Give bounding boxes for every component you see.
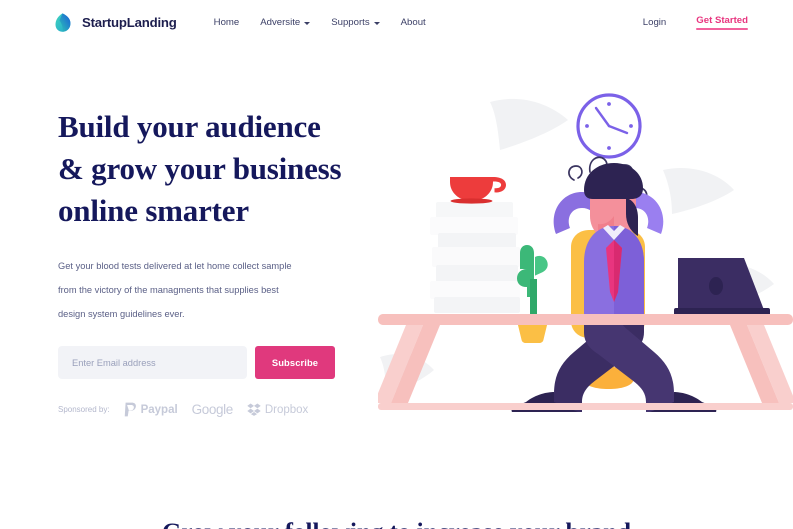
headline-line-1: Build your audience — [58, 109, 321, 144]
chevron-down-icon — [304, 22, 311, 25]
relaxed-person-at-desk-illustration — [378, 72, 793, 427]
headline-line-3: online smarter — [58, 193, 249, 228]
nav-item-about[interactable]: About — [401, 17, 426, 28]
coffee-cup-icon — [450, 172, 506, 204]
hero-description: Get your blood tests delivered at let ho… — [58, 254, 320, 326]
login-link[interactable]: Login — [643, 17, 666, 28]
chevron-down-icon — [373, 22, 380, 25]
nav-item-adversite[interactable]: Adversite — [260, 17, 311, 28]
email-input[interactable] — [58, 346, 247, 379]
sponsor-google: Google — [191, 402, 234, 417]
landing-page: StartupLanding Home Adversite Supports A… — [0, 0, 793, 529]
next-section-preview: Grow your following to increase your bra… — [0, 518, 793, 529]
subscribe-button[interactable]: Subscribe — [255, 346, 335, 379]
sponsored-by-label: Sponsored by: — [58, 405, 110, 414]
hero-description-line-1: Get your blood tests delivered at let ho… — [58, 261, 292, 271]
page-title: Build your audience & grow your business… — [58, 106, 388, 232]
brand-logo[interactable]: StartupLanding — [52, 12, 177, 33]
subscribe-form: Subscribe — [58, 346, 335, 379]
hero-content: Build your audience & grow your business… — [58, 106, 388, 417]
sponsor-dropbox: Dropbox — [247, 403, 308, 416]
nav-item-supports-label: Supports — [331, 17, 370, 28]
stack-of-papers-icon — [430, 202, 520, 313]
leaf-droplet-logo-icon — [52, 12, 73, 33]
nav-item-supports[interactable]: Supports — [331, 17, 380, 28]
top-navbar: StartupLanding Home Adversite Supports A… — [0, 0, 793, 45]
nav-item-about-label: About — [400, 17, 426, 28]
nav-item-home[interactable]: Home — [214, 17, 240, 28]
nav-item-adversite-label: Adversite — [260, 17, 301, 28]
cactus-plant-icon — [515, 245, 550, 343]
sponsor-dropbox-label: Dropbox — [264, 403, 309, 416]
dropbox-icon — [247, 403, 261, 416]
brand-name: StartupLanding — [82, 15, 177, 30]
hero-description-line-2: from the victory of the managments that … — [58, 285, 279, 295]
headline-line-2: & grow your business — [58, 151, 342, 186]
next-section-heading: Grow your following to increase your bra… — [0, 518, 793, 529]
hero-description-line-3: design system guidelines ever. — [58, 309, 185, 319]
paypal-icon — [124, 402, 136, 417]
nav-item-home-label: Home — [213, 17, 240, 28]
sponsor-paypal-label: Paypal — [140, 403, 178, 416]
wall-clock-icon — [576, 93, 642, 159]
nav-links: Home Adversite Supports About — [214, 17, 426, 28]
sponsor-google-label: Google — [191, 402, 234, 417]
get-started-button[interactable]: Get Started — [696, 15, 748, 30]
sponsor-paypal: Paypal — [124, 402, 178, 417]
nav-actions: Login Get Started — [643, 15, 748, 30]
sponsors-row: Sponsored by: Paypal Google Dropbox — [58, 402, 388, 417]
